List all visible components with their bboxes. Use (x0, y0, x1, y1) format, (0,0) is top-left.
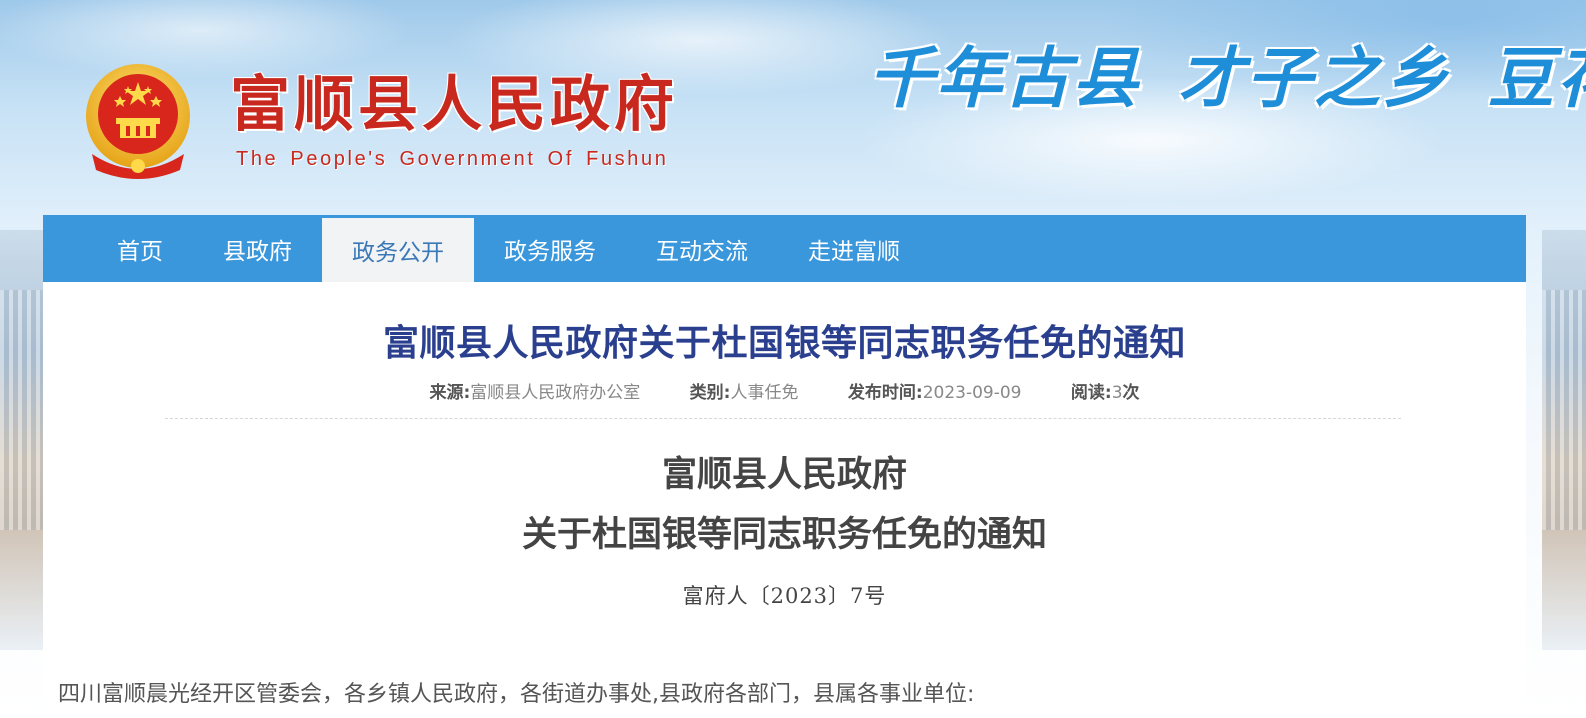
slogan-phrase-2: 才子之乡 (1178, 39, 1450, 117)
meta-views-unit: 次 (1122, 383, 1140, 403)
nav-item-home[interactable]: 首页 (87, 215, 193, 282)
meta-date-label: 发布时间: (847, 383, 923, 403)
article-content: 富顺县人民政府关于杜国银等同志职务任免的通知 来源:富顺县人民政府办公室 类别:… (43, 282, 1526, 718)
meta-date-value: 2023-09-09 (922, 383, 1022, 403)
article-meta: 来源:富顺县人民政府办公室 类别:人事任免 发布时间:2023-09-09 阅读… (43, 378, 1526, 403)
document-number: 富府人〔2023〕7号 (682, 584, 887, 608)
site-title: 富顺县人民政府 (230, 70, 678, 140)
national-emblem-icon (86, 64, 190, 179)
meta-category: 类别:人事任免 (690, 383, 799, 403)
meta-category-label: 类别: (689, 383, 731, 403)
header-slogan: 千年古县才子之乡豆花 (868, 36, 1586, 120)
city-skyline-right (1542, 230, 1586, 650)
document-heading-line-2: 关于杜国银等同志职务任免的通知 (521, 515, 1047, 555)
slogan-phrase-3: 豆花 (1488, 39, 1586, 117)
meta-category-value: 人事任免 (730, 383, 799, 403)
nav-item-government-services[interactable]: 政务服务 (474, 215, 626, 282)
nav-item-government-affairs-disclosure[interactable]: 政务公开 (322, 218, 474, 282)
main-nav: 首页 县政府 政务公开 政务服务 互动交流 走进富顺 (43, 215, 1526, 282)
nav-item-about-fushun[interactable]: 走进富顺 (778, 215, 930, 282)
article-title: 富顺县人民政府关于杜国银等同志职务任免的通知 (382, 323, 1186, 364)
nav-item-county-government[interactable]: 县政府 (193, 215, 322, 282)
meta-views-label: 阅读: (1070, 383, 1112, 403)
document-salutation: 四川富顺晨光经开区管委会，各乡镇人民政府，各街道办事处,县政府各部门，县属各事业… (58, 682, 975, 707)
meta-source-label: 来源: (429, 383, 471, 403)
slogan-phrase-1: 千年古县 (868, 39, 1140, 117)
meta-divider (165, 418, 1401, 419)
meta-views: 阅读:3次 (1071, 383, 1140, 403)
meta-date: 发布时间:2023-09-09 (848, 383, 1022, 403)
nav-item-interaction[interactable]: 互动交流 (626, 215, 778, 282)
document-heading-line-1: 富顺县人民政府 (661, 455, 907, 495)
meta-source: 来源:富顺县人民政府办公室 (429, 383, 640, 403)
city-skyline-left (0, 230, 44, 650)
meta-views-count: 3 (1111, 383, 1123, 403)
site-subtitle: The People's Government Of Fushun (236, 148, 669, 170)
meta-source-value: 富顺县人民政府办公室 (470, 383, 641, 403)
